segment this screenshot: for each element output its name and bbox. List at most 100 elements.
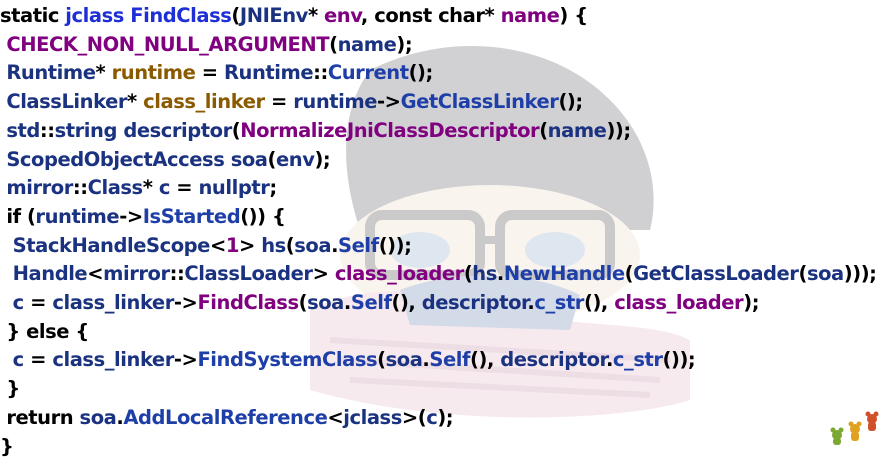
code-token: jclass [343,405,402,429]
code-token: Class [87,176,144,200]
code-token: name [547,118,607,142]
code-token: mirror [103,262,170,286]
code-token: name [337,32,397,56]
code-token: IsStarted [142,204,241,228]
code-token: = [264,90,294,114]
code-token: AddLocalReference [123,405,328,429]
code-line: return soa.AddLocalReference<jclass>(c); [0,404,877,433]
code-token: ( [267,147,277,171]
code-token: CHECK_NON_NULL_ARGUMENT [0,32,330,56]
code-token: GetClassLoader [633,262,799,286]
code-line: StackHandleScope<1> hs(soa.Self()); [0,232,877,261]
code-line: std::string descriptor(NormalizeJniClass… [0,117,877,146]
code-token: * [95,61,112,85]
code-token: mirror [0,176,73,200]
code-token: soa [230,147,268,171]
code-token: ( [377,348,386,372]
code-token: -> [173,291,198,315]
code-token: descriptor [500,348,606,372]
code-token: Self [338,233,379,257]
code-token: runtime [35,204,120,228]
code-token: :: [313,61,328,85]
code-token: 1 [225,233,240,257]
code-token: :: [169,262,185,286]
code-token: ( [298,291,308,315]
code-token: ); [314,147,331,171]
code-token: ( [231,118,241,142]
code-token: string [54,118,124,142]
code-token: std [0,118,40,142]
code-token: } else { [0,319,89,343]
code-line: Handle<mirror::ClassLoader> class_loader… [0,260,877,289]
bear-figures-icon [830,411,879,445]
code-token: soa [806,262,844,286]
code-token: nullptr [198,176,270,200]
code-token: class_linker [143,90,265,114]
code-token: runtime [111,61,196,85]
code-token: :: [39,118,55,142]
code-token: ( [624,262,634,286]
code-token: NewHandle [503,262,625,286]
code-token: ))); [843,262,877,286]
code-token: Self [429,348,471,372]
code-token: Runtime [0,61,96,85]
code-line: Runtime* runtime = Runtime::Current(); [0,59,877,88]
code-token: runtime [293,90,378,114]
code-token: Runtime [223,61,314,85]
code-token: ()); [662,348,696,372]
code-token: . [343,291,351,315]
code-token: StackHandleScope [0,233,211,257]
code-token: if [0,204,27,228]
code-line: ClassLinker* class_linker = runtime->Get… [0,88,877,117]
code-token: GetClassLinker [400,90,559,114]
code-token: ( [285,233,295,257]
code-token: Current [327,61,409,85]
code-token: (); [558,90,583,114]
code-token: < [87,262,104,286]
code-token: = [23,348,53,372]
code-token: ()); [378,233,412,257]
code-token: FindClass [130,4,232,27]
code-token: ); [743,291,760,315]
code-token: descriptor [123,118,232,142]
code-token: ( [231,4,240,27]
code-token: } [0,434,14,458]
code-token: c_str [612,348,663,372]
code-token: -> [119,204,143,228]
code-token: env [324,4,361,27]
code-token: . [496,262,504,286]
code-token: , [360,4,375,27]
code-token: > [312,262,335,286]
code-line: } [0,375,877,404]
code-token: c [0,291,25,315]
code-token: JNIEnv [239,4,308,27]
code-token: ); [437,405,454,429]
code-token: ClassLoader [184,262,313,286]
code-token: const char [374,4,485,27]
code-line: } else { [0,318,877,347]
code-token: (), [470,348,501,372]
code-token: ClassLinker [0,90,128,114]
code-token: class_loader [614,291,744,315]
code-line: c = class_linker->FindSystemClass(soa. Se… [0,346,877,375]
code-token: c [426,405,438,429]
code-line: ScopedObjectAccess soa(env); [0,146,877,175]
code-token: ( [329,32,338,56]
code-token: < [209,233,226,257]
code-token: c_str [534,291,584,315]
code-token: * [484,4,501,27]
code-token: ); [396,32,413,56]
code-token: -> [377,90,401,114]
code-token: . [605,348,613,372]
code-token: descriptor [421,291,528,315]
code-token: FindClass [197,291,299,315]
code-token: ScopedObjectAccess [0,147,231,171]
code-token: soa [307,291,344,315]
code-token: return [0,405,80,429]
code-line: CHECK_NON_NULL_ARGUMENT(name); [0,31,877,60]
code-token: soa [385,348,423,372]
code-token: name [500,4,560,27]
code-token: )); [606,118,631,142]
code-token: static [0,4,66,27]
code-line: static jclass FindClass(JNIEnv* env, con… [0,2,877,31]
